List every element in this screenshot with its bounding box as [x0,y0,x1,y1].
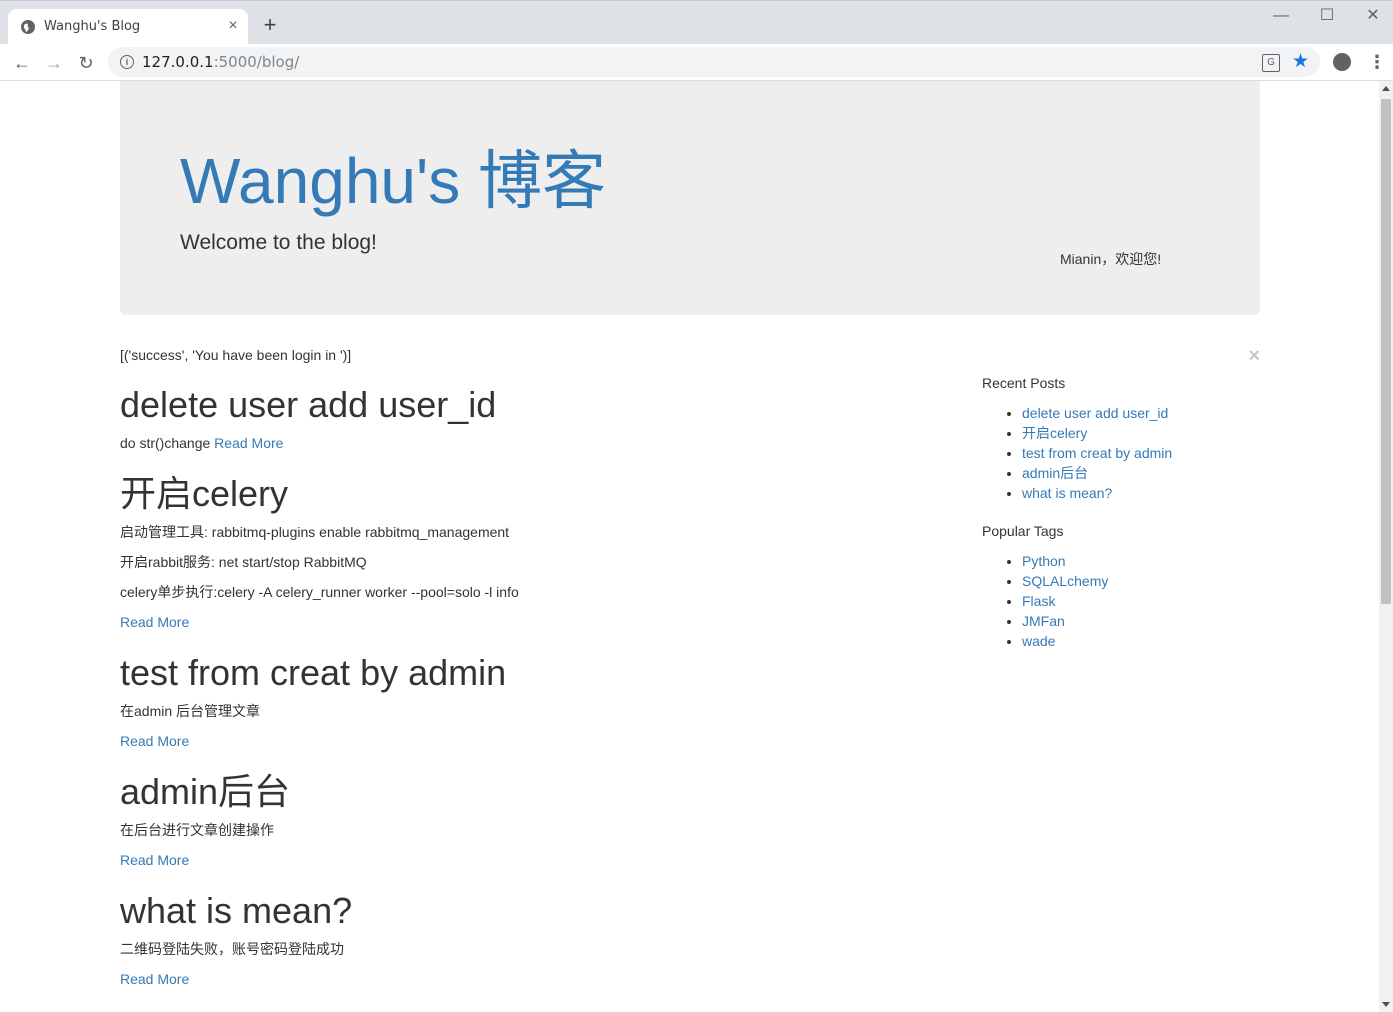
recent-post-item: 开启celery [1022,423,1242,443]
jumbotron-header: Wanghu's 博客 Welcome to the blog! Mianin，… [120,81,1260,315]
recent-post-link[interactable]: what is mean? [1022,485,1112,501]
scroll-down-arrow-icon[interactable] [1382,1002,1390,1007]
tag-link[interactable]: JMFan [1022,613,1065,629]
post-read-more-row: Read More [120,969,352,989]
tag-link[interactable]: SQLALchemy [1022,573,1108,589]
tag-link[interactable]: Python [1022,553,1066,569]
post-item: 开启celery 启动管理工具: rabbitmq-plugins enable… [120,470,519,642]
url-host: 127.0.0.1 [142,53,214,71]
tag-item: JMFan [1022,611,1242,631]
recent-post-item: test from creat by admin [1022,443,1242,463]
tag-link[interactable]: wade [1022,633,1055,649]
scroll-up-arrow-icon[interactable] [1382,86,1390,91]
post-read-more-row: Read More [120,731,506,751]
url-path: :5000/blog/ [213,53,300,71]
tag-item: wade [1022,631,1242,651]
minimize-button[interactable]: — [1264,5,1298,27]
post-paragraph: celery单步执行:celery -A celery_runner worke… [120,584,519,600]
recent-post-link[interactable]: delete user add user_id [1022,405,1168,421]
post-item: what is mean? 二维码登陆失败，账号密码登陆成功 Read More [120,887,352,999]
tag-link[interactable]: Flask [1022,593,1055,609]
site-title: Wanghu's 博客 [180,145,606,217]
post-item: delete user add user_id do str()change R… [120,381,496,463]
tab-close-icon[interactable]: × [224,17,242,35]
maximize-button[interactable]: ☐ [1310,5,1344,27]
recent-post-link[interactable]: test from creat by admin [1022,445,1172,461]
welcome-message: Mianin，欢迎您! [1060,251,1162,267]
tab-title: Wanghu's Blog [44,19,141,34]
post-paragraph: 二维码登陆失败，账号密码登陆成功 [120,941,344,957]
post-title: delete user add user_id [120,384,497,425]
post-body: 在admin 后台管理文章 Read More [120,701,506,751]
post-body: 二维码登陆失败，账号密码登陆成功 Read More [120,939,352,989]
post-title: what is mean? [120,890,353,931]
post-excerpt: do str()change Read More [120,433,496,453]
translate-icon[interactable]: G [1262,54,1280,72]
bookmark-star-icon[interactable]: ★ [1292,50,1309,73]
recent-posts-list: delete user add user_id 开启celery test fr… [982,403,1242,503]
menu-icon[interactable]: ⋮ [1368,51,1386,73]
forward-button[interactable]: → [42,51,66,75]
post-paragraph: 在后台进行文章创建操作 [120,822,274,838]
url-text[interactable]: 127.0.0.1:5000/blog/ [142,53,299,71]
scroll-thumb[interactable] [1381,99,1391,604]
post-body: 在后台进行文章创建操作 Read More [120,820,290,870]
vertical-scrollbar[interactable] [1379,81,1393,1012]
read-more-link[interactable]: Read More [120,852,189,868]
globe-icon [21,20,35,34]
post-title: admin后台 [120,771,291,812]
address-bar[interactable]: i 127.0.0.1:5000/blog/ G ★ [108,47,1320,77]
read-more-link[interactable]: Read More [120,614,189,630]
read-more-link[interactable]: Read More [120,971,189,987]
read-more-link[interactable]: Read More [120,733,189,749]
read-more-link[interactable]: Read More [214,435,283,451]
recent-post-item: delete user add user_id [1022,403,1242,423]
recent-post-item: admin后台 [1022,463,1242,483]
recent-post-item: what is mean? [1022,483,1242,503]
recent-post-link[interactable]: admin后台 [1022,465,1088,481]
post-title: 开启celery [120,473,289,514]
new-tab-button[interactable]: + [258,13,282,37]
post-title: test from creat by admin [120,652,507,693]
post-body: 启动管理工具: rabbitmq-plugins enable rabbitmq… [120,522,519,632]
tag-item: SQLALchemy [1022,571,1242,591]
page-viewport: Wanghu's 博客 Welcome to the blog! Mianin，… [0,81,1379,1012]
recent-posts-heading: Recent Posts [982,375,1066,391]
profile-avatar-icon[interactable] [1333,53,1351,71]
popular-tags-heading: Popular Tags [982,523,1064,539]
popular-tags-list: Python SQLALchemy Flask JMFan wade [982,551,1242,651]
post-paragraph: 开启rabbit服务: net start/stop RabbitMQ [120,554,367,570]
site-subtitle: Welcome to the blog! [180,231,377,254]
close-window-button[interactable]: ✕ [1356,5,1390,27]
tab-strip: Wanghu's Blog × + — ☐ ✕ [0,0,1393,45]
post-paragraph: 在admin 后台管理文章 [120,703,261,719]
alert-close-icon[interactable]: × [1248,345,1260,368]
post-body: do str()change Read More [120,433,496,453]
post-paragraph: 启动管理工具: rabbitmq-plugins enable rabbitmq… [120,524,510,540]
post-item: test from creat by admin 在admin 后台管理文章 R… [120,649,506,761]
sidebar: Recent Posts delete user add user_id 开启c… [982,371,1242,667]
flash-alert: [('success', 'You have been login in ')]… [120,345,1260,369]
recent-post-link[interactable]: 开启celery [1022,425,1087,441]
flash-message: [('success', 'You have been login in ')] [120,347,352,363]
browser-toolbar: ← → ↻ i 127.0.0.1:5000/blog/ G ★ ⋮ [0,44,1393,81]
browser-tab[interactable]: Wanghu's Blog × [8,9,248,45]
post-read-more-row: Read More [120,850,290,870]
post-excerpt-text: do str()change [120,435,215,451]
tag-item: Python [1022,551,1242,571]
tag-item: Flask [1022,591,1242,611]
post-read-more-row: Read More [120,612,519,632]
reload-button[interactable]: ↻ [74,51,98,75]
info-icon[interactable]: i [120,55,134,69]
back-button[interactable]: ← [10,51,34,75]
post-item: admin后台 在后台进行文章创建操作 Read More [120,768,290,880]
